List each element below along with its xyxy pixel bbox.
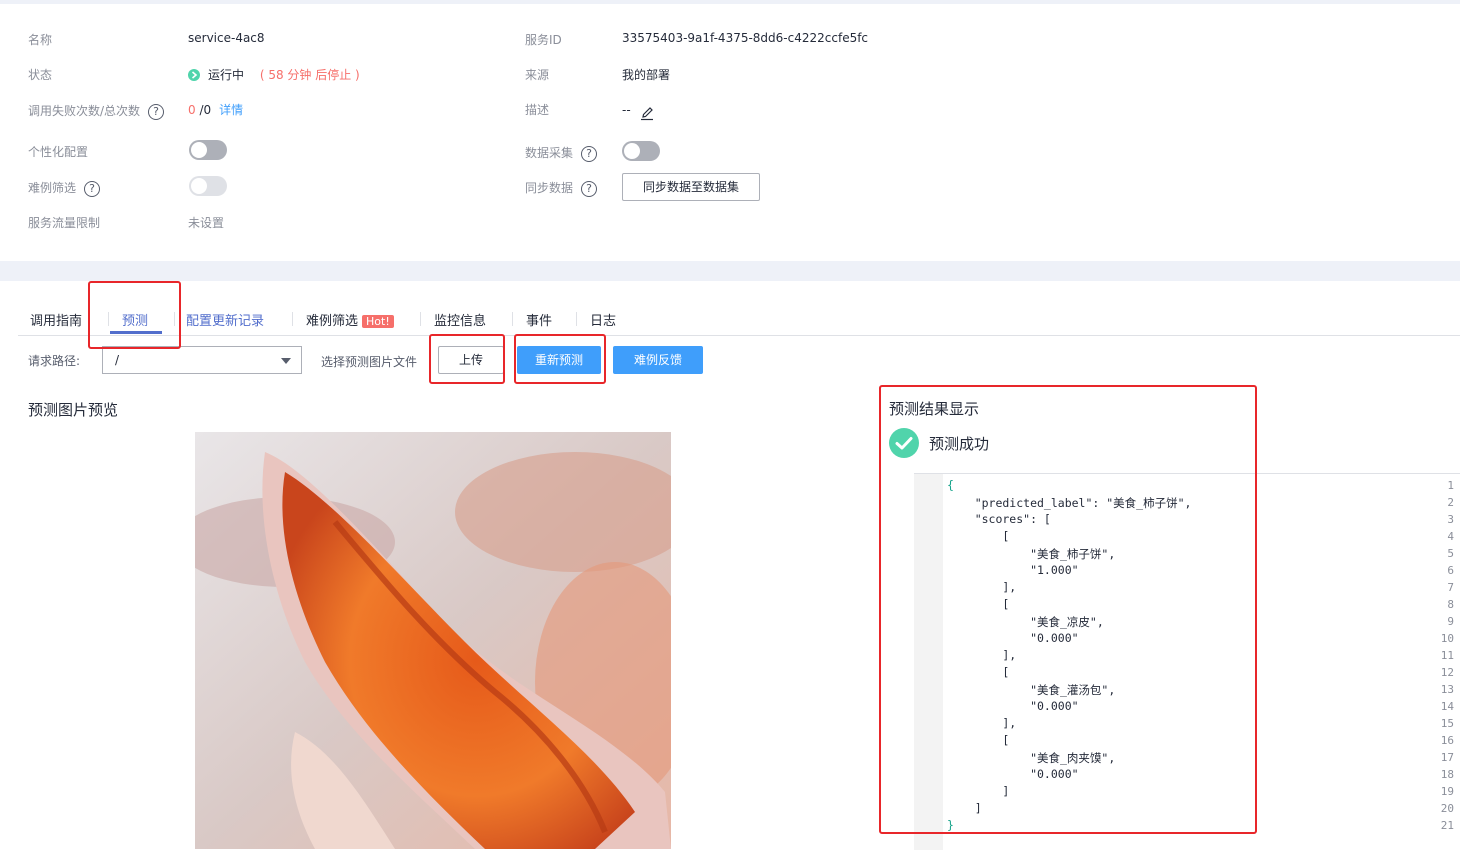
- hard-example-feedback-button[interactable]: 难例反馈: [613, 346, 703, 374]
- source-value: 我的部署: [622, 68, 671, 82]
- edit-icon[interactable]: [639, 105, 655, 124]
- line-number: 15: [1440, 717, 1454, 730]
- line-number: 4: [1447, 530, 1454, 543]
- tab-bar: 调用指南 预测 配置更新记录 难例筛选 Hot! 监控信息 事件 日志: [18, 300, 1460, 336]
- calls-fail: 0: [188, 103, 196, 117]
- line-number: 7: [1447, 581, 1454, 594]
- line-number: 20: [1440, 802, 1454, 815]
- data-collect-toggle[interactable]: [622, 141, 660, 161]
- prediction-image: [195, 432, 671, 849]
- line-number: 6: [1447, 564, 1454, 577]
- hard-example-label: 难例筛选?: [28, 179, 101, 197]
- status-text: 运行中: [208, 68, 245, 82]
- line-number: 1: [1447, 479, 1454, 492]
- line-number: 5: [1447, 547, 1454, 560]
- tab-logs[interactable]: 日志: [590, 310, 616, 329]
- help-icon[interactable]: ?: [581, 145, 598, 162]
- running-icon: [188, 68, 200, 81]
- service-info-panel: 名称 service-4ac8 状态 运行中 ( 58 分钟 后停止 ) 调用失…: [0, 4, 1460, 261]
- line-number: 19: [1440, 785, 1454, 798]
- tab-config-history[interactable]: 配置更新记录: [186, 310, 264, 329]
- tab-divider: [292, 312, 293, 326]
- sync-data-label-text: 同步数据: [525, 181, 574, 195]
- line-number: 13: [1440, 683, 1454, 696]
- highlight-box-upload: [429, 334, 505, 384]
- description-text: --: [622, 103, 631, 117]
- line-number: 17: [1440, 751, 1454, 764]
- sync-to-dataset-button[interactable]: 同步数据至数据集: [622, 173, 760, 201]
- help-icon[interactable]: ?: [148, 103, 165, 120]
- calls-label-text: 调用失败次数/总次数: [28, 104, 141, 118]
- highlight-box-repredict: [514, 334, 606, 384]
- service-id-value: 33575403-9a1f-4375-8dd6-c4222ccfe5fc: [622, 31, 869, 45]
- hot-badge: Hot!: [362, 315, 394, 328]
- line-number: 11: [1440, 649, 1454, 662]
- calls-label: 调用失败次数/总次数?: [28, 102, 165, 120]
- source-label: 来源: [525, 68, 550, 82]
- tab-divider: [420, 312, 421, 326]
- line-number: 12: [1440, 666, 1454, 679]
- data-collect-label: 数据采集?: [525, 144, 598, 162]
- request-path-value: /: [115, 353, 120, 367]
- line-number: 16: [1440, 734, 1454, 747]
- name-label: 名称: [28, 33, 53, 47]
- tab-events[interactable]: 事件: [526, 310, 552, 329]
- tab-call-guide[interactable]: 调用指南: [30, 310, 82, 329]
- tab-hard-example-label: 难例筛选: [306, 314, 359, 329]
- status-value: 运行中 ( 58 分钟 后停止 ): [188, 66, 360, 83]
- tab-hard-example[interactable]: 难例筛选 Hot!: [306, 310, 394, 329]
- toggle-knob: [191, 178, 207, 194]
- line-number: 10: [1440, 632, 1454, 645]
- line-number: 8: [1447, 598, 1454, 611]
- description-value: --: [622, 101, 655, 121]
- highlight-box-predict-tab: [88, 281, 181, 349]
- status-note: ( 58 分钟 后停止 ): [259, 68, 360, 82]
- chevron-down-icon: [281, 358, 291, 364]
- hard-example-label-text: 难例筛选: [28, 181, 77, 195]
- image-preview-title: 预测图片预览: [28, 401, 119, 419]
- traffic-limit-value: 未设置: [188, 216, 225, 230]
- line-number: 14: [1440, 700, 1454, 713]
- line-number: 2: [1447, 496, 1454, 509]
- sync-data-label: 同步数据?: [525, 179, 598, 197]
- personal-config-label: 个性化配置: [28, 145, 89, 159]
- toggle-knob: [624, 143, 640, 159]
- calls-total: /0: [195, 103, 212, 117]
- request-path-label: 请求路径:: [28, 354, 81, 368]
- description-label: 描述: [525, 103, 550, 117]
- service-id-label: 服务ID: [525, 33, 562, 47]
- tab-monitoring[interactable]: 监控信息: [434, 310, 486, 329]
- line-number: 18: [1440, 768, 1454, 781]
- traffic-limit-label: 服务流量限制: [28, 216, 101, 230]
- calls-detail-link[interactable]: 详情: [219, 103, 243, 117]
- personal-config-toggle[interactable]: [189, 140, 227, 160]
- line-number: 21: [1440, 819, 1454, 832]
- calls-value: 0 /0 详情: [188, 101, 243, 118]
- highlight-box-result: [879, 385, 1257, 834]
- data-collect-label-text: 数据采集: [525, 146, 574, 160]
- help-icon[interactable]: ?: [581, 180, 598, 197]
- tab-divider: [576, 312, 577, 326]
- hard-example-toggle: [189, 176, 227, 196]
- section-divider: [0, 261, 1460, 281]
- line-number: 9: [1447, 615, 1454, 628]
- tab-divider: [512, 312, 513, 326]
- line-number: 3: [1447, 513, 1454, 526]
- name-value: service-4ac8: [188, 31, 265, 45]
- help-icon[interactable]: ?: [84, 180, 101, 197]
- status-label: 状态: [28, 68, 53, 82]
- toggle-knob: [191, 142, 207, 158]
- request-path-select[interactable]: /: [102, 346, 302, 374]
- choose-image-label: 选择预测图片文件: [321, 355, 418, 369]
